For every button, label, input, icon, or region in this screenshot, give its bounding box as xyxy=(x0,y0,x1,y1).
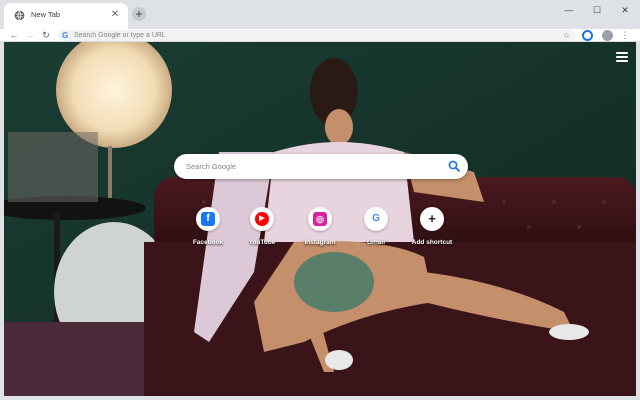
instagram-icon: ◎ xyxy=(313,212,327,226)
customize-menu-icon[interactable] xyxy=(616,52,628,62)
tab-title: New Tab xyxy=(31,10,61,19)
chrome-menu-icon[interactable]: ⋮ xyxy=(619,30,631,41)
close-window-button[interactable]: ✕ xyxy=(612,3,638,17)
shortcut-label: Add shortcut xyxy=(411,239,453,246)
shortcut-label: Instagram xyxy=(304,239,336,246)
omnibox[interactable]: G Search Google or type a URL ☆ xyxy=(58,30,576,41)
tab-new-tab[interactable]: New Tab ✕ xyxy=(4,3,128,29)
youtube-icon: ▶ xyxy=(255,212,269,226)
shortcut-tile: ◎ xyxy=(308,207,332,231)
back-button[interactable]: ← xyxy=(8,30,20,41)
google-icon: G xyxy=(62,31,69,40)
shortcut-tile: + xyxy=(420,207,444,231)
browser-toolbar: ← → ↻ G Search Google or type a URL ☆ ⋮ xyxy=(0,29,640,42)
search-placeholder: Search Google xyxy=(186,162,237,171)
search-icon[interactable] xyxy=(448,160,460,172)
maximize-button[interactable]: ☐ xyxy=(584,3,610,17)
plus-icon: + xyxy=(425,212,439,226)
new-tab-page: Search Google f Facebook ▶ YouTube ◎ Ins… xyxy=(4,42,636,396)
new-tab-button[interactable]: + xyxy=(132,7,146,21)
shortcut-tile: ▶ xyxy=(250,207,274,231)
shortcut-gmail[interactable]: G Gmail xyxy=(348,207,404,257)
tab-strip: New Tab ✕ + — ☐ ✕ xyxy=(0,0,640,29)
omnibox-placeholder: Search Google or type a URL xyxy=(74,32,166,39)
profile-avatar[interactable] xyxy=(602,30,613,41)
google-icon: G xyxy=(369,212,383,226)
extension-icon[interactable] xyxy=(582,30,593,41)
globe-icon xyxy=(14,10,25,21)
reload-button[interactable]: ↻ xyxy=(40,30,52,41)
shortcut-facebook[interactable]: f Facebook xyxy=(180,207,236,257)
minimize-button[interactable]: — xyxy=(556,3,582,17)
close-tab-icon[interactable]: ✕ xyxy=(108,8,122,22)
google-search-box[interactable]: Search Google xyxy=(174,154,468,179)
facebook-icon: f xyxy=(201,212,215,226)
shortcut-tile: G xyxy=(364,207,388,231)
bookmark-star-icon[interactable]: ☆ xyxy=(563,30,570,41)
shortcut-label: YouTube xyxy=(248,239,276,246)
forward-button[interactable]: → xyxy=(24,30,36,41)
shortcut-tile: f xyxy=(196,207,220,231)
shortcut-label: Gmail xyxy=(366,239,386,246)
shortcut-youtube[interactable]: ▶ YouTube xyxy=(234,207,290,257)
add-shortcut-button[interactable]: + Add shortcut xyxy=(404,207,460,257)
shortcut-instagram[interactable]: ◎ Instagram xyxy=(292,207,348,257)
